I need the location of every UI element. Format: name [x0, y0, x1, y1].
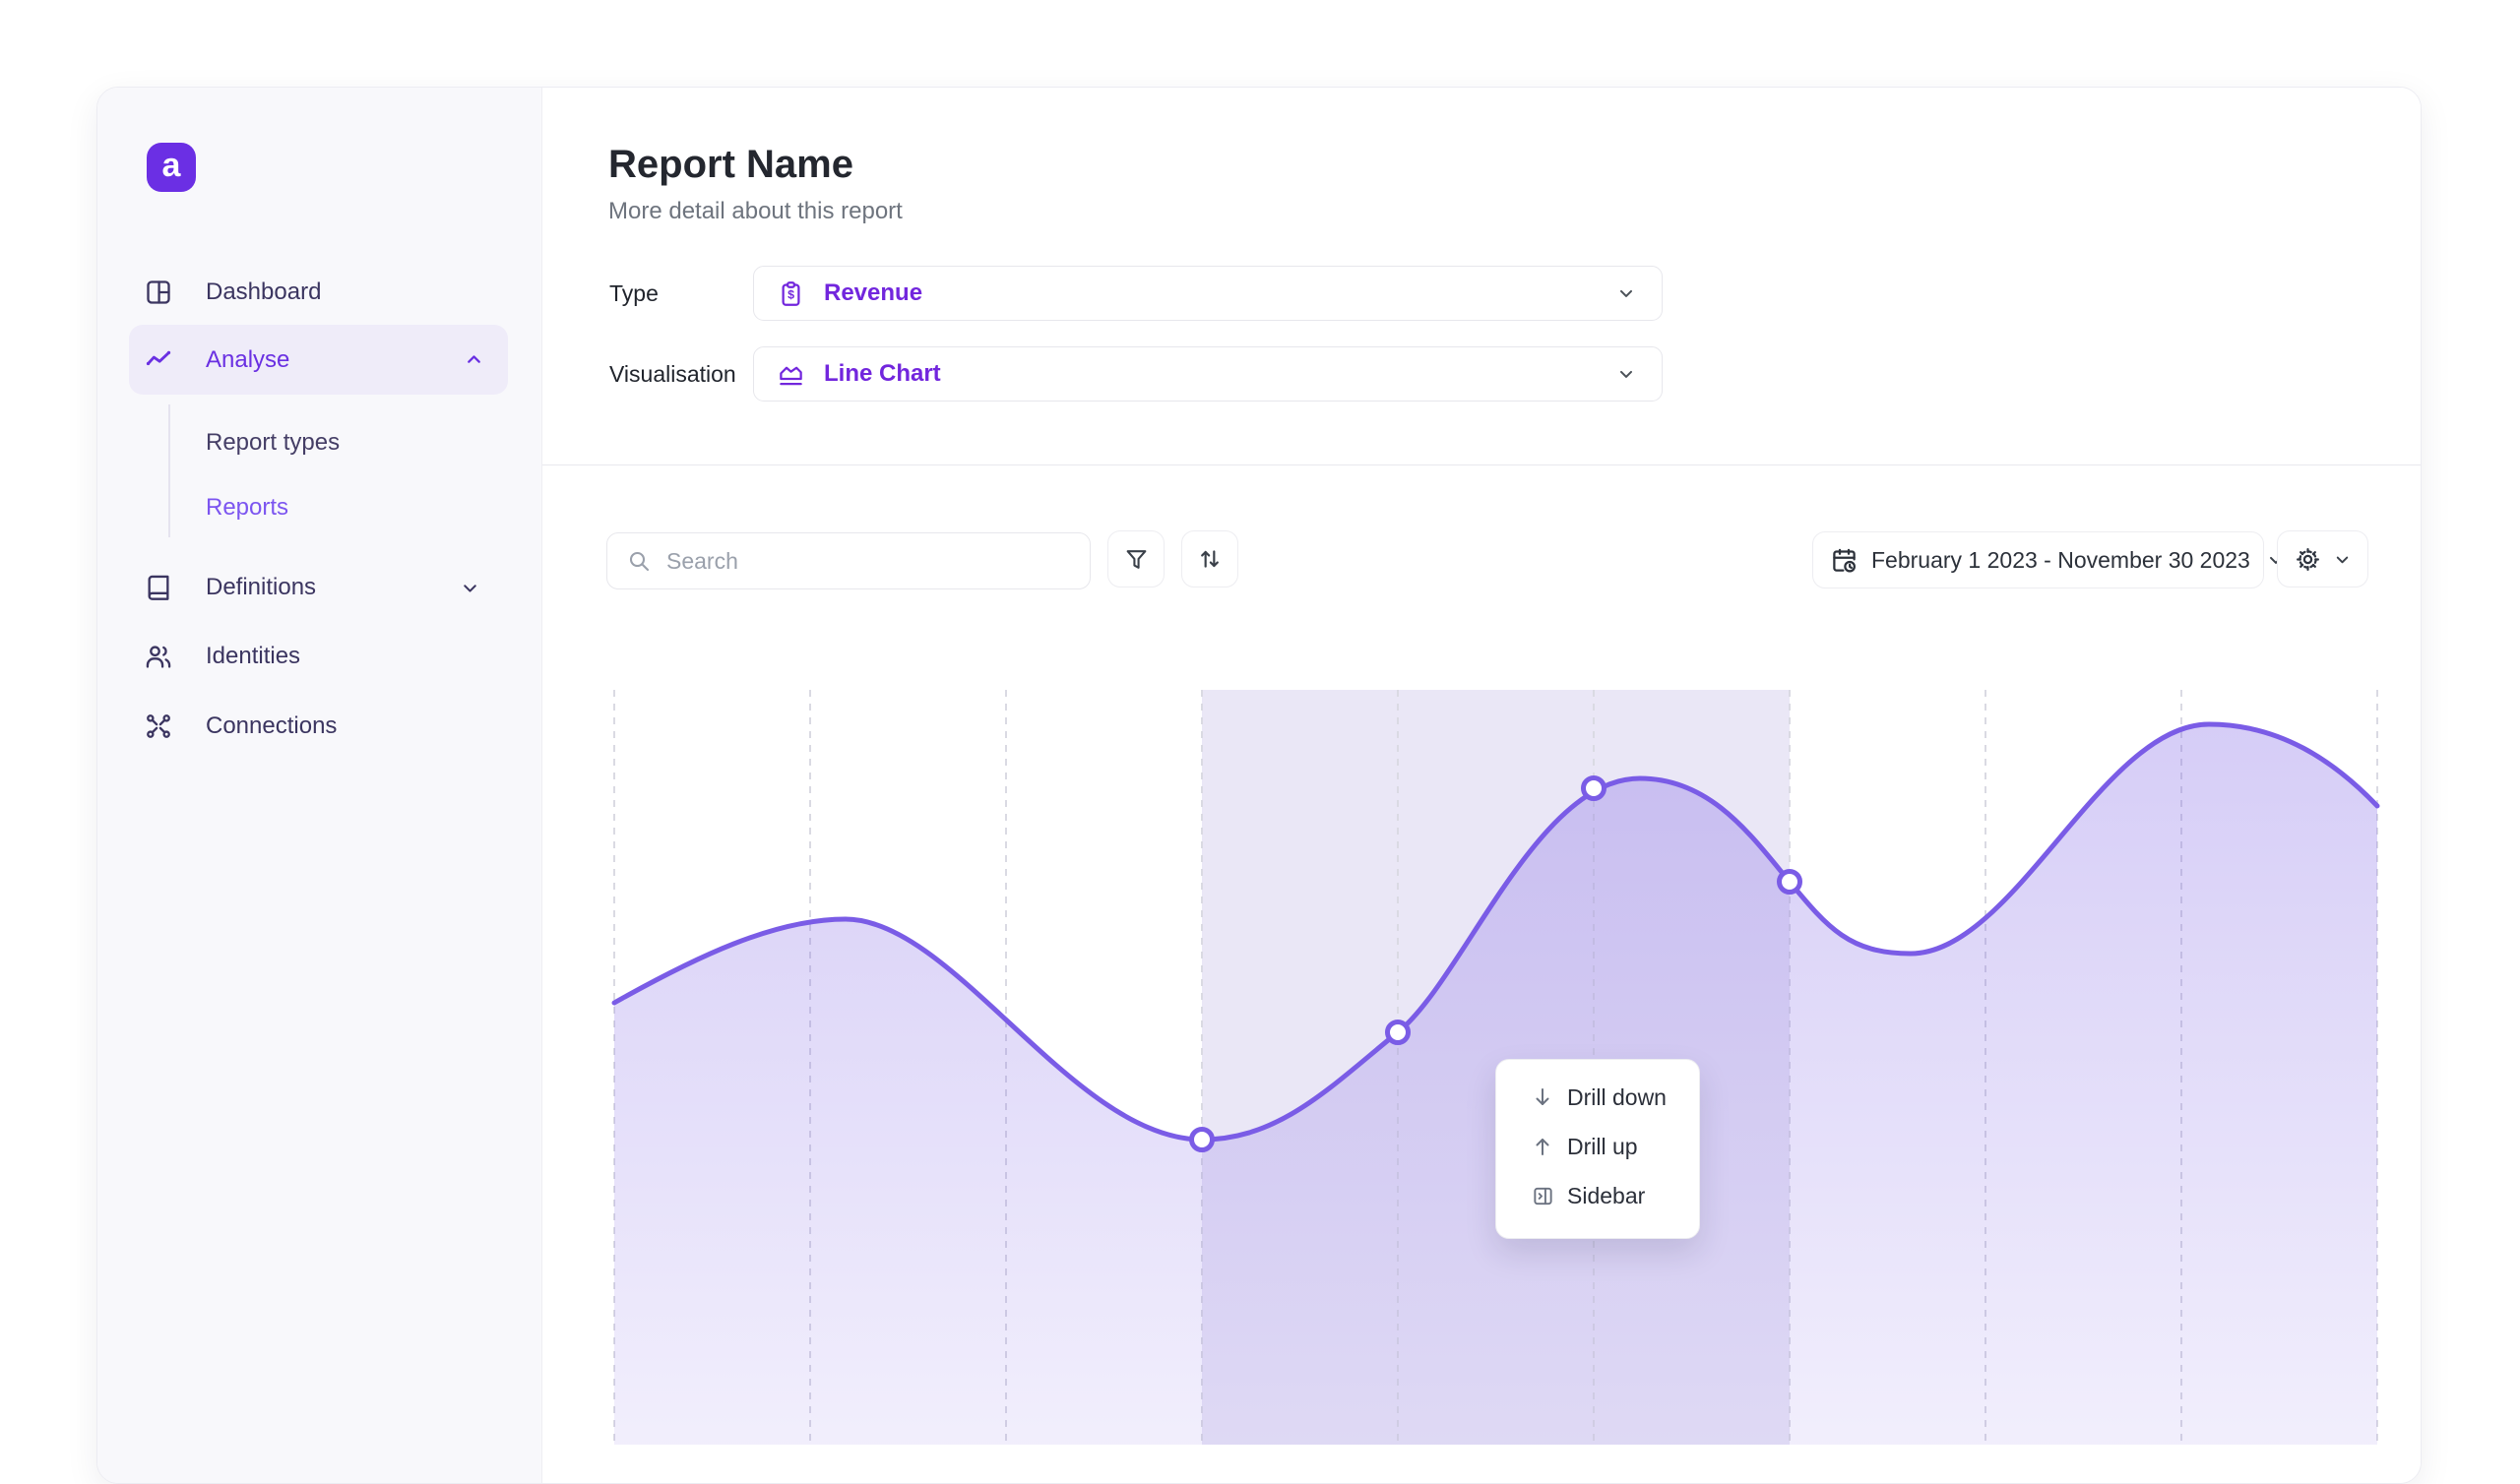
- area-chart-icon: [778, 361, 804, 388]
- analyse-trend-icon: [145, 346, 172, 374]
- chart-context-menu: Drill down Drill up Side: [1495, 1059, 1700, 1239]
- sidebar-item-label: Connections: [206, 712, 480, 740]
- sidebar-item-label: Definitions: [206, 574, 460, 601]
- chevron-up-icon: [464, 349, 484, 370]
- sidebar-item-label: Identities: [206, 643, 480, 670]
- section-divider: [542, 464, 2421, 465]
- search-box: [606, 532, 1091, 589]
- chart-settings-button[interactable]: [2277, 530, 2368, 587]
- data-point[interactable]: [1192, 1130, 1213, 1150]
- gear-icon: [2295, 546, 2321, 573]
- sidebar-item-definitions[interactable]: Definitions: [97, 560, 542, 615]
- type-select[interactable]: $ Revenue: [753, 266, 1663, 321]
- sidebar-item-dashboard[interactable]: Dashboard: [97, 265, 542, 320]
- menu-item-label: Drill up: [1567, 1134, 1638, 1160]
- search-input[interactable]: [666, 548, 1072, 575]
- chevron-down-icon: [460, 578, 480, 598]
- svg-text:$: $: [788, 287, 794, 301]
- network-icon: [145, 712, 172, 740]
- page-title: Report Name: [608, 143, 853, 187]
- type-select-value: Revenue: [824, 279, 1616, 307]
- menu-item-drill-up[interactable]: Drill up: [1496, 1122, 1699, 1171]
- sidebar-item-connections[interactable]: Connections: [97, 699, 542, 754]
- arrow-down-icon: [1530, 1084, 1555, 1110]
- sidebar-item-analyse[interactable]: Analyse: [129, 325, 508, 395]
- page-subtitle: More detail about this report: [608, 198, 903, 225]
- book-icon: [145, 574, 172, 601]
- sidebar-item-label: Dashboard: [206, 278, 480, 306]
- chevron-down-icon: [2333, 550, 2352, 569]
- chevron-down-icon: [1616, 364, 1636, 384]
- data-point[interactable]: [1584, 778, 1605, 799]
- sub-item-label: Reports: [206, 494, 288, 522]
- visualisation-select-value: Line Chart: [824, 360, 1616, 388]
- sidebar-item-identities[interactable]: Identities: [97, 629, 542, 684]
- sidebar: a Dashboard Analyse: [97, 88, 542, 1483]
- filter-button[interactable]: [1107, 530, 1165, 587]
- arrow-up-icon: [1530, 1134, 1555, 1159]
- date-range-text: February 1 2023 - November 30 2023: [1871, 547, 2250, 574]
- visualisation-select[interactable]: Line Chart: [753, 346, 1663, 402]
- sort-button[interactable]: [1181, 530, 1238, 587]
- menu-item-drill-down[interactable]: Drill down: [1496, 1073, 1699, 1122]
- app-logo[interactable]: a: [147, 143, 196, 192]
- revenue-clipboard-icon: $: [778, 280, 804, 307]
- menu-item-sidebar[interactable]: Sidebar: [1496, 1171, 1699, 1220]
- sidebar-item-label: Analyse: [206, 346, 464, 374]
- menu-item-label: Drill down: [1567, 1084, 1667, 1111]
- sidebar-item-report-types[interactable]: Report types: [97, 418, 542, 467]
- sidebar-item-reports[interactable]: Reports: [97, 483, 542, 532]
- type-label: Type: [609, 280, 659, 307]
- chevron-down-icon: [1616, 283, 1636, 303]
- app-card: a Dashboard Analyse: [96, 87, 2422, 1484]
- data-point[interactable]: [1780, 872, 1800, 893]
- revenue-line-chart[interactable]: [542, 641, 2422, 1445]
- visualisation-label: Visualisation: [609, 361, 736, 388]
- panel-right-icon: [1530, 1183, 1555, 1208]
- data-point[interactable]: [1388, 1022, 1409, 1043]
- menu-item-label: Sidebar: [1567, 1183, 1645, 1209]
- filter-funnel-icon: [1124, 547, 1149, 572]
- users-icon: [145, 643, 172, 670]
- main-panel: Report Name More detail about this repor…: [542, 88, 2421, 1483]
- sub-item-label: Report types: [206, 429, 340, 457]
- search-icon: [627, 549, 651, 573]
- dashboard-icon: [145, 278, 172, 306]
- calendar-clock-icon: [1831, 547, 1858, 574]
- sort-arrows-icon: [1197, 546, 1223, 572]
- date-range-button[interactable]: February 1 2023 - November 30 2023: [1812, 531, 2264, 588]
